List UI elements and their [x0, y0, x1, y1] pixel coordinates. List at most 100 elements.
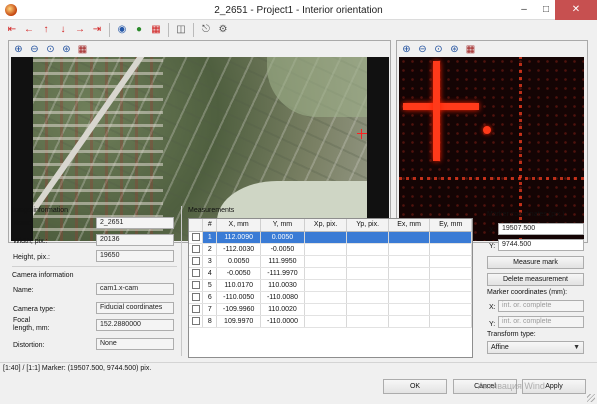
cell-xp-pix[interactable] — [304, 255, 348, 268]
cell-xp-pix[interactable] — [304, 303, 348, 316]
cell-xp-pix[interactable] — [304, 243, 348, 256]
green-markers-icon[interactable]: ● — [131, 22, 147, 38]
column-header-yp-pix[interactable]: Yp, pix. — [346, 219, 389, 232]
cell-y-mm[interactable]: -110.0000 — [260, 315, 305, 328]
delete-measurement-button[interactable]: Delete measurement — [487, 273, 584, 286]
row-checkbox[interactable] — [189, 255, 204, 268]
checkbox-icon[interactable] — [191, 233, 200, 241]
table-row[interactable]: 2 -112.0030 -0.0050 — [189, 243, 472, 256]
checkbox-icon[interactable] — [191, 281, 200, 289]
column-header-ex-mm[interactable]: Ex, mm — [388, 219, 431, 232]
ok-button[interactable]: OK — [383, 379, 447, 394]
cell-yp-pix[interactable] — [346, 315, 389, 328]
cell-ex-mm[interactable] — [388, 303, 431, 316]
checkbox-icon[interactable] — [191, 257, 200, 265]
column-header-ey-mm[interactable]: Ey, mm — [429, 219, 472, 232]
transform-type-select[interactable]: Affine ▼ — [487, 341, 584, 354]
column-header-xp-pix[interactable]: Xp, pix. — [304, 219, 348, 232]
cell-yp-pix[interactable] — [346, 243, 389, 256]
cell-y-mm[interactable]: -111.9970 — [260, 267, 305, 280]
cell-xp-pix[interactable] — [304, 279, 348, 292]
grid-icon[interactable]: ▦ — [463, 42, 478, 56]
settings-icon[interactable]: ⚙ — [215, 22, 231, 38]
column-header-y-mm[interactable]: Y, mm — [260, 219, 305, 232]
cell-ey-mm[interactable] — [429, 267, 472, 280]
cell-x-mm[interactable]: 0.0050 — [216, 255, 262, 268]
table-row[interactable]: 1 112.0090 0.0050 — [189, 231, 472, 244]
cell-x-mm[interactable]: -0.0050 — [216, 267, 262, 280]
camera-icon[interactable]: ◉ — [114, 22, 130, 38]
cell-ey-mm[interactable] — [429, 291, 472, 304]
cell-ey-mm[interactable] — [429, 243, 472, 256]
cell-x-mm[interactable]: -109.9960 — [216, 303, 262, 316]
frames-icon[interactable]: ◫ — [173, 22, 189, 38]
row-checkbox[interactable] — [189, 303, 204, 316]
cell-y-mm[interactable]: -0.0050 — [260, 243, 305, 256]
arrow-right-icon[interactable]: ← — [21, 22, 37, 38]
cell-ex-mm[interactable] — [388, 243, 431, 256]
row-number[interactable]: 7 — [202, 303, 218, 316]
cell-ey-mm[interactable] — [429, 255, 472, 268]
row-checkbox[interactable] — [189, 291, 204, 304]
marker-x-field[interactable]: 19507.500 — [498, 223, 584, 235]
row-number[interactable]: 3 — [202, 255, 218, 268]
arrow-left-icon[interactable]: ⇤ — [4, 22, 20, 38]
cell-xp-pix[interactable] — [304, 231, 348, 244]
cell-ey-mm[interactable] — [429, 231, 472, 244]
cell-x-mm[interactable]: 112.0090 — [216, 231, 262, 244]
arrow-next-icon[interactable]: → — [72, 22, 88, 38]
cell-ex-mm[interactable] — [388, 291, 431, 304]
grid-edit-icon[interactable]: ▦ — [148, 22, 164, 38]
double-arrow-icon[interactable]: ⇥ — [89, 22, 105, 38]
arrow-down-icon[interactable]: ↓ — [55, 22, 71, 38]
stamp-icon[interactable]: ⎋ — [198, 22, 214, 38]
table-row[interactable]: 6 -110.0050 -110.0080 — [189, 291, 472, 304]
zoom-actual-icon[interactable]: ⊛ — [59, 42, 74, 56]
zoom-fit-icon[interactable]: ⊙ — [43, 42, 58, 56]
table-row[interactable]: 7 -109.9960 110.0020 — [189, 303, 472, 316]
cell-xp-pix[interactable] — [304, 315, 348, 328]
marker-y-field[interactable]: 9744.500 — [498, 239, 584, 251]
resize-grip-icon[interactable] — [587, 394, 595, 402]
checkbox-icon[interactable] — [191, 269, 200, 277]
arrow-up-icon[interactable]: ↑ — [38, 22, 54, 38]
cell-ey-mm[interactable] — [429, 303, 472, 316]
row-number[interactable]: 1 — [202, 231, 218, 244]
cell-yp-pix[interactable] — [346, 231, 389, 244]
row-number[interactable]: 6 — [202, 291, 218, 304]
row-checkbox[interactable] — [189, 315, 204, 328]
cell-xp-pix[interactable] — [304, 267, 348, 280]
grid-icon[interactable]: ▦ — [75, 42, 90, 56]
column-header-x-mm[interactable]: X, mm — [216, 219, 262, 232]
cell-y-mm[interactable]: 111.9950 — [260, 255, 305, 268]
row-number[interactable]: 8 — [202, 315, 218, 328]
cell-ex-mm[interactable] — [388, 267, 431, 280]
cell-y-mm[interactable]: -110.0080 — [260, 291, 305, 304]
zoom-actual-icon[interactable]: ⊛ — [447, 42, 462, 56]
cell-yp-pix[interactable] — [346, 279, 389, 292]
checkbox-icon[interactable] — [191, 317, 200, 325]
zoom-fit-icon[interactable]: ⊙ — [431, 42, 446, 56]
cell-y-mm[interactable]: 110.0030 — [260, 279, 305, 292]
row-number[interactable]: 4 — [202, 267, 218, 280]
cell-x-mm[interactable]: 109.9970 — [216, 315, 262, 328]
row-checkbox[interactable] — [189, 279, 204, 292]
row-number[interactable]: 5 — [202, 279, 218, 292]
column-header-number[interactable]: # — [202, 219, 218, 232]
checkbox-icon[interactable] — [191, 293, 200, 301]
close-button[interactable]: ✕ — [555, 0, 597, 20]
marker-crosshair-icon[interactable] — [357, 129, 367, 139]
cell-x-mm[interactable]: 110.0170 — [216, 279, 262, 292]
cell-y-mm[interactable]: 0.0050 — [260, 231, 305, 244]
cell-yp-pix[interactable] — [346, 255, 389, 268]
cell-ey-mm[interactable] — [429, 279, 472, 292]
cell-x-mm[interactable]: -112.0030 — [216, 243, 262, 256]
cell-ex-mm[interactable] — [388, 315, 431, 328]
cell-yp-pix[interactable] — [346, 303, 389, 316]
cell-y-mm[interactable]: 110.0020 — [260, 303, 305, 316]
zoom-in-icon[interactable]: ⊕ — [399, 42, 414, 56]
table-row[interactable]: 5 110.0170 110.0030 — [189, 279, 472, 292]
cell-yp-pix[interactable] — [346, 267, 389, 280]
row-number[interactable]: 2 — [202, 243, 218, 256]
measure-mark-button[interactable]: Measure mark — [487, 256, 584, 269]
